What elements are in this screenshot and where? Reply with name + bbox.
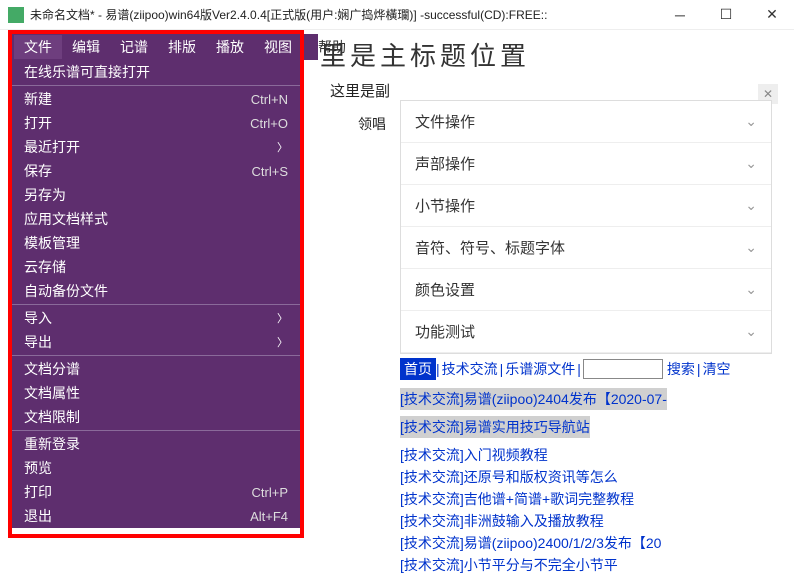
menu-new[interactable]: 新建Ctrl+N (10, 87, 302, 111)
menu-docprop[interactable]: 文档属性 (10, 381, 302, 405)
post-link[interactable]: [技术交流]易谱(ziipoo)2400/1/2/3发布【20 (400, 532, 772, 554)
chevron-down-icon: ⌄ (745, 155, 757, 172)
acc-test[interactable]: 功能测试⌄ (401, 311, 771, 353)
chevron-right-icon: 〉 (277, 139, 288, 155)
menubar: 文件 编辑 记谱 排版 播放 视图 (10, 34, 318, 60)
post-link[interactable]: [技术交流]非洲鼓输入及播放教程 (400, 510, 772, 532)
acc-bar-ops[interactable]: 小节操作⌄ (401, 185, 771, 227)
nav-source[interactable]: 乐谱源文件 (503, 359, 577, 379)
menu-open[interactable]: 打开Ctrl+O (10, 111, 302, 135)
acc-fonts[interactable]: 音符、符号、标题字体⌄ (401, 227, 771, 269)
chevron-down-icon: ⌄ (745, 113, 757, 130)
menu-docsplit[interactable]: 文档分谱 (10, 357, 302, 381)
nav-home[interactable]: 首页 (400, 358, 436, 380)
post-link[interactable]: [技术交流]吉他谱+简谱+歌词完整教程 (400, 488, 772, 510)
chevron-down-icon: ⌄ (745, 281, 757, 298)
post-link[interactable]: [技术交流]易谱实用技巧导航站 (400, 416, 590, 438)
menu-exit[interactable]: 退出Alt+F4 (10, 504, 302, 528)
acc-part-ops[interactable]: 声部操作⌄ (401, 143, 771, 185)
chevron-right-icon: 〉 (277, 310, 288, 326)
chevron-down-icon: ⌄ (745, 239, 757, 256)
menu-saveas[interactable]: 另存为 (10, 183, 302, 207)
close-button[interactable]: ✕ (758, 4, 786, 26)
post-link[interactable]: [技术交流]易谱(ziipoo)2404发布【2020-07- (400, 388, 667, 410)
window-title: 未命名文档* - 易谱(ziipoo)win64版Ver2.4.0.4[正式版(… (30, 6, 666, 23)
doc-title: 里是主标题位置 (320, 36, 530, 73)
menu-print[interactable]: 打印Ctrl+P (10, 480, 302, 504)
chevron-down-icon: ⌄ (745, 323, 757, 340)
nav-clear[interactable]: 清空 (701, 359, 733, 379)
post-link[interactable]: [技术交流]入门视频教程 (400, 444, 772, 466)
search-input[interactable] (583, 359, 663, 379)
doc-subtitle: 这里是副 (330, 80, 390, 101)
menu-layout[interactable]: 排版 (158, 35, 206, 59)
acc-file-ops[interactable]: 文件操作⌄ (401, 101, 771, 143)
menu-online-score[interactable]: 在线乐谱可直接打开 (10, 60, 302, 84)
menu-preview[interactable]: 预览 (10, 456, 302, 480)
side-panel: 文件操作⌄ 声部操作⌄ 小节操作⌄ 音符、符号、标题字体⌄ 颜色设置⌄ 功能测试… (400, 100, 772, 354)
maximize-button[interactable]: ☐ (712, 4, 740, 26)
forum-nav: 首页| 技术交流| 乐谱源文件| 搜索| 清空 (400, 358, 772, 380)
menu-relogin[interactable]: 重新登录 (10, 432, 302, 456)
menu-view[interactable]: 视图 (254, 35, 302, 59)
menu-edit[interactable]: 编辑 (62, 35, 110, 59)
menu-cloud[interactable]: 云存储 (10, 255, 302, 279)
post-list: [技术交流]易谱(ziipoo)2404发布【2020-07- [技术交流]易谱… (400, 388, 772, 576)
post-link[interactable]: [技术交流]小节平分与不完全小节平 (400, 554, 772, 576)
menu-doclimit[interactable]: 文档限制 (10, 405, 302, 429)
menu-export[interactable]: 导出〉 (10, 330, 302, 354)
menu-autobackup[interactable]: 自动备份文件 (10, 279, 302, 303)
menu-notation[interactable]: 记谱 (110, 35, 158, 59)
menu-recent[interactable]: 最近打开〉 (10, 135, 302, 159)
chevron-down-icon: ⌄ (745, 197, 757, 214)
menu-template[interactable]: 模板管理 (10, 231, 302, 255)
acc-color[interactable]: 颜色设置⌄ (401, 269, 771, 311)
minimize-button[interactable]: ─ (666, 4, 694, 26)
menu-save[interactable]: 保存Ctrl+S (10, 159, 302, 183)
app-icon (8, 7, 24, 23)
post-link[interactable]: [技术交流]还原号和版权资讯等怎么 (400, 466, 772, 488)
nav-search[interactable]: 搜索 (665, 359, 697, 379)
menu-docstyle[interactable]: 应用文档样式 (10, 207, 302, 231)
file-menu-dropdown: 在线乐谱可直接打开 新建Ctrl+N 打开Ctrl+O 最近打开〉 保存Ctrl… (10, 60, 302, 528)
chevron-right-icon: 〉 (277, 334, 288, 350)
menu-import[interactable]: 导入〉 (10, 306, 302, 330)
menu-file[interactable]: 文件 (14, 35, 62, 59)
menu-play[interactable]: 播放 (206, 35, 254, 59)
doc-lead-label: 领唱 (358, 114, 386, 134)
nav-tech[interactable]: 技术交流 (440, 359, 500, 379)
